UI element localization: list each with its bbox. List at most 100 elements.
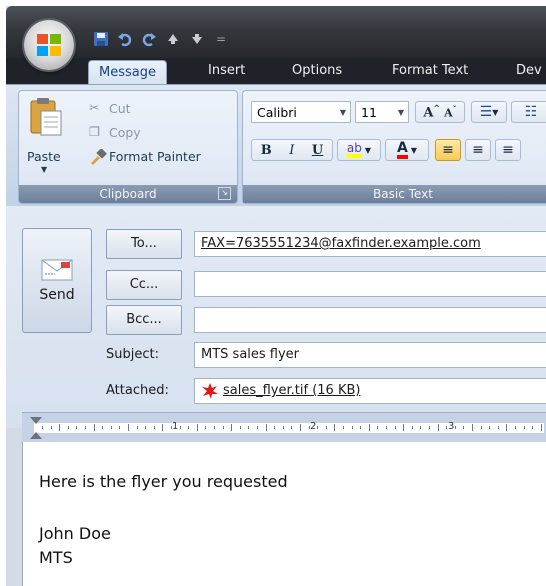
ruler-tick: [257, 426, 258, 429]
body-line: Here is the flyer you requested: [39, 472, 288, 491]
scissors-icon: ✂: [89, 100, 100, 115]
basic-text-group: Calibri ▼ 11 ▼ A^ Aˇ ☰ ▼ ☷ B I U ab ▼ A …: [242, 90, 546, 204]
message-body[interactable]: Here is the flyer you requested John Doe…: [22, 442, 546, 586]
ruler-number: 3: [448, 421, 455, 432]
font-name-value: Calibri: [257, 105, 297, 120]
hanging-indent-marker[interactable]: [30, 432, 42, 439]
align-left-button[interactable]: ≡: [435, 139, 461, 161]
bold-italic-underline-buttons: B I U: [251, 139, 333, 161]
envelope-icon: [41, 259, 73, 281]
highlighter-icon: ab: [346, 142, 362, 158]
send-button[interactable]: Send: [22, 228, 92, 333]
bullets-button[interactable]: ☰ ▼: [471, 101, 507, 123]
align-left-icon: ≡: [442, 142, 454, 158]
ruler-tick: [317, 426, 319, 429]
paste-button[interactable]: Paste ▼: [25, 95, 69, 179]
cut-button[interactable]: ✂ Cut: [89, 99, 179, 119]
send-label: Send: [39, 287, 75, 303]
font-color-button[interactable]: A ▼: [385, 139, 429, 161]
subject-field[interactable]: MTS sales flyer: [194, 342, 546, 368]
grow-shrink-font-buttons[interactable]: A^ Aˇ: [415, 101, 465, 123]
ruler-tick: [325, 426, 327, 429]
office-button[interactable]: [24, 20, 74, 70]
ruler-tick: [532, 426, 534, 429]
ruler-tick: [506, 424, 508, 431]
ribbon: Paste ▼ ✂ Cut ❐ Copy Format Painter Clip…: [6, 84, 546, 207]
ruler: 1 2 3: [22, 412, 546, 443]
up-arrow-icon[interactable]: [164, 30, 182, 48]
bcc-button[interactable]: Bcc...: [106, 305, 182, 335]
copy-button[interactable]: ❐ Copy: [89, 123, 179, 143]
bold-button[interactable]: B: [261, 143, 272, 158]
ruler-tick: [343, 426, 344, 429]
quick-access-toolbar: =: [92, 28, 226, 50]
ruler-tick: [360, 426, 362, 429]
underline-button[interactable]: U: [312, 143, 323, 158]
format-painter-button[interactable]: Format Painter: [89, 147, 234, 167]
chevron-down-icon[interactable]: ▼: [398, 102, 404, 124]
tab-insert[interactable]: Insert: [198, 58, 255, 84]
tab-format-text[interactable]: Format Text: [382, 58, 478, 84]
align-center-button[interactable]: ≡: [465, 139, 491, 161]
italic-button[interactable]: I: [289, 143, 294, 158]
ruler-tick: [188, 426, 190, 429]
ruler-tick: [205, 426, 207, 429]
align-right-button[interactable]: ≡: [495, 139, 521, 161]
ruler-tick: [42, 426, 43, 429]
bcc-field[interactable]: [194, 307, 546, 333]
paste-icon: [30, 98, 62, 136]
clipboard-group: Paste ▼ ✂ Cut ❐ Copy Format Painter Clip…: [18, 90, 238, 204]
chevron-down-icon[interactable]: ▼: [340, 102, 346, 124]
save-icon[interactable]: [92, 30, 110, 48]
cc-field[interactable]: [194, 271, 546, 297]
tab-options[interactable]: Options: [282, 58, 352, 84]
ruler-tick: [403, 424, 405, 431]
down-arrow-icon[interactable]: [188, 30, 206, 48]
first-line-indent-marker[interactable]: [30, 417, 42, 424]
font-name-combo[interactable]: Calibri ▼: [251, 101, 351, 123]
ruler-tick: [377, 426, 379, 429]
ruler-tick: [497, 426, 499, 429]
ruler-tick: [480, 426, 482, 429]
tab-developer[interactable]: Dev: [506, 58, 546, 84]
font-size-combo[interactable]: 11 ▼: [355, 101, 409, 123]
highlight-button[interactable]: ab ▼: [337, 139, 381, 161]
ruler-tick: [196, 424, 198, 431]
customize-qat-icon[interactable]: =: [216, 32, 226, 46]
numbering-button[interactable]: ☷: [511, 101, 546, 123]
ruler-tick: [85, 426, 86, 429]
numbered-list-icon: ☷: [524, 104, 538, 120]
cc-button[interactable]: Cc...: [106, 270, 182, 300]
ruler-tick: [351, 426, 353, 429]
ruler-tick: [59, 424, 61, 431]
ruler-tick: [153, 426, 155, 429]
paste-dropdown-icon: ▼: [41, 165, 48, 174]
ruler-tick: [291, 426, 293, 429]
align-right-icon: ≡: [502, 142, 514, 158]
ruler-tick: [128, 424, 129, 431]
ruler-tick: [222, 426, 224, 429]
body-line: John Doe: [39, 524, 111, 543]
to-button[interactable]: To...: [106, 229, 182, 259]
ruler-tick: [93, 424, 95, 431]
ruler-tick: [334, 424, 336, 431]
grow-font-icon[interactable]: A^: [423, 103, 440, 120]
ruler-tick: [463, 426, 465, 429]
paintbrush-icon: [91, 149, 107, 165]
ruler-tick: [523, 426, 525, 429]
clipboard-group-label: Clipboard: [19, 185, 237, 203]
redo-icon[interactable]: [140, 30, 158, 48]
undo-icon[interactable]: [116, 30, 134, 48]
ruler-tick: [179, 426, 181, 429]
ruler-tick: [162, 424, 164, 431]
copy-icon: ❐: [89, 124, 101, 139]
to-field[interactable]: FAX=7635551234@faxfinder.example.com: [194, 231, 546, 257]
clipboard-dialog-launcher-icon[interactable]: ↘: [218, 187, 231, 200]
format-painter-label: Format Painter: [109, 149, 201, 164]
ruler-tick: [282, 426, 284, 429]
ruler-tick: [454, 426, 456, 429]
ruler-tick: [411, 426, 413, 429]
tab-message[interactable]: Message: [88, 60, 167, 86]
attachment-link[interactable]: sales_flyer.tif (16 KB): [223, 379, 360, 403]
shrink-font-icon[interactable]: Aˇ: [444, 104, 457, 120]
